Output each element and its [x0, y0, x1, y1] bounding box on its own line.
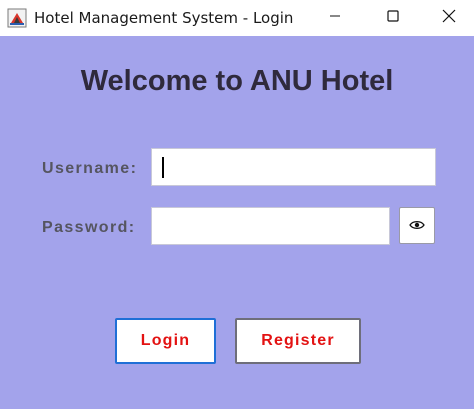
register-button[interactable]: Register [235, 318, 361, 364]
title-bar[interactable]: Hotel Management System - Login [0, 0, 474, 36]
show-password-button[interactable] [399, 207, 435, 244]
maximize-icon [387, 9, 399, 27]
login-panel: Welcome to ANU Hotel Username: Password:… [0, 36, 474, 409]
java-app-icon[interactable] [7, 8, 27, 28]
login-button[interactable]: Login [115, 318, 216, 364]
login-window: Hotel Management System - Login Welcome … [0, 0, 474, 409]
minimize-button[interactable] [306, 0, 364, 36]
eye-icon [409, 217, 425, 235]
username-label: Username: [42, 160, 138, 177]
close-button[interactable] [420, 0, 474, 36]
username-field[interactable] [151, 148, 436, 186]
password-label: Password: [42, 219, 136, 236]
text-caret [162, 157, 164, 178]
minimize-icon [329, 9, 341, 27]
password-field[interactable] [151, 207, 390, 245]
close-icon [442, 9, 456, 28]
maximize-button[interactable] [364, 0, 422, 36]
window-title: Hotel Management System - Login [34, 9, 294, 27]
page-title: Welcome to ANU Hotel [80, 65, 394, 97]
